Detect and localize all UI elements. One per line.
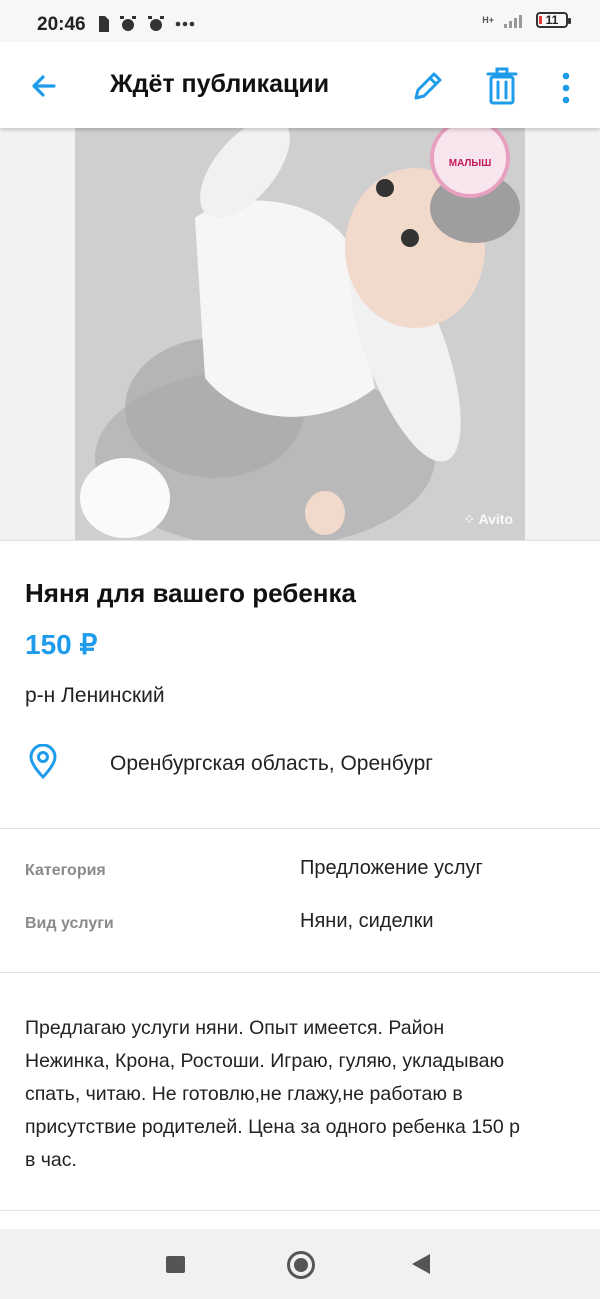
divider (0, 972, 600, 973)
watermark: ⁘ Avito (463, 511, 513, 527)
param-label-service: Вид услуги (25, 915, 114, 932)
page-title: Ждёт публикации (110, 70, 330, 98)
alarm-icon (120, 16, 136, 31)
listing-title: Няня для вашего ребенка (25, 578, 356, 608)
status-bar: 20:46 H+ 11 (0, 0, 600, 42)
alarm-icon (148, 16, 164, 31)
listing-price: 150 ₽ (25, 629, 98, 660)
trash-icon[interactable] (482, 64, 522, 108)
divider (0, 1210, 600, 1211)
divider (0, 540, 600, 541)
app-bar: Ждёт публикации (0, 42, 600, 128)
back-arrow-icon[interactable] (24, 66, 64, 106)
signal-icon (504, 15, 522, 28)
home-circle-icon[interactable] (287, 1251, 315, 1279)
more-dots-icon (175, 21, 195, 27)
battery-level: 11 (545, 13, 559, 27)
status-icons-left (97, 15, 195, 33)
listing-district: р-н Ленинский (25, 684, 165, 707)
listing-location[interactable]: Оренбургская область, Оренбург (110, 752, 433, 776)
photo-badge: МАЛЫШ (449, 158, 492, 169)
divider (0, 828, 600, 829)
param-value-category: Предложение услуг (300, 857, 483, 879)
recents-square-icon[interactable] (166, 1256, 185, 1273)
param-label-category: Категория (25, 862, 106, 879)
battery-icon: 11 (536, 12, 571, 28)
status-time: 20:46 (37, 14, 86, 35)
photo-area: МАЛЫШ ⁘ Avito (0, 128, 600, 540)
listing-photo[interactable]: МАЛЫШ ⁘ Avito (75, 128, 525, 540)
location-pin-icon (29, 744, 57, 780)
baby-photo-illustration: МАЛЫШ (75, 128, 525, 540)
listing-description: Предлагаю услуги няни. Опыт имеется. Рай… (25, 1017, 521, 1171)
edit-pencil-icon[interactable] (408, 66, 448, 106)
sim-icon (99, 16, 109, 32)
status-icons-right: H+ 11 (482, 12, 571, 28)
more-vert-icon[interactable] (552, 68, 580, 108)
param-value-service: Няни, сиделки (300, 910, 434, 932)
network-type: H+ (482, 14, 494, 25)
system-nav-bar (0, 1229, 600, 1299)
back-triangle-icon[interactable] (412, 1254, 430, 1274)
